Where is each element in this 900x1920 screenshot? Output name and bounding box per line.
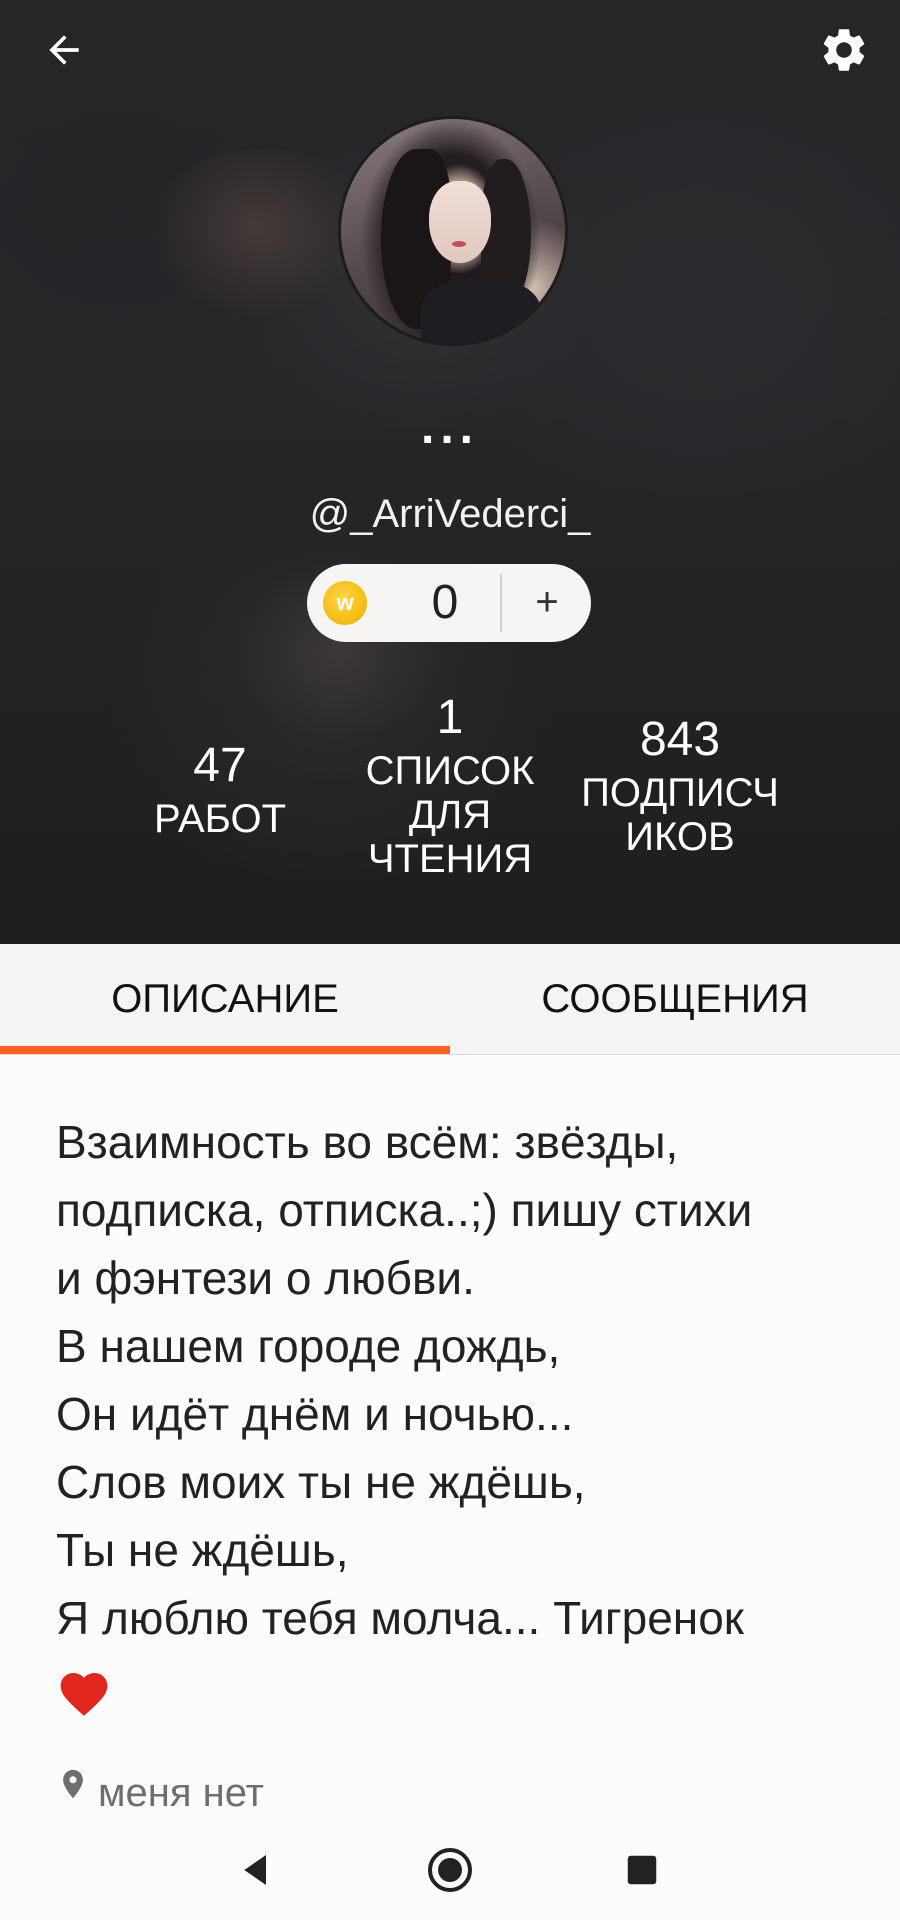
reading-lists-count: 1 xyxy=(436,691,464,744)
avatar-detail xyxy=(452,241,466,247)
stat-followers[interactable]: 843 ПОДПИСЧ ИКОВ xyxy=(560,712,800,859)
followers-count: 843 xyxy=(639,713,721,766)
stat-reading-lists[interactable]: 1 СПИСОК ДЛЯ ЧТЕНИЯ xyxy=(340,690,560,881)
red-heart-icon xyxy=(60,1673,108,1716)
coin-icon-letter: w xyxy=(336,590,354,615)
reading-lists-label-line: СПИСОК xyxy=(365,749,535,793)
avatar-detail xyxy=(429,181,491,263)
profile-description: Взаимность во всём: звёзды, подписка, от… xyxy=(56,1116,753,1644)
wattpad-coin-icon: w xyxy=(323,581,367,625)
avatar-detail xyxy=(421,279,541,343)
nav-back-button[interactable] xyxy=(228,1842,284,1898)
coin-balance[interactable]: w 0 + xyxy=(307,564,591,642)
tab-about[interactable]: ОПИСАНИЕ xyxy=(0,944,450,1054)
works-count: 47 xyxy=(193,739,247,792)
username: @_ArriVederci_ xyxy=(309,492,591,536)
display-name: ... xyxy=(420,401,479,454)
gear-icon xyxy=(823,29,865,71)
nav-recents-square-icon xyxy=(627,1855,657,1885)
followers-label-line: ИКОВ xyxy=(625,815,735,859)
reading-lists-label-line: ДЛЯ xyxy=(408,793,492,837)
profile-tabs: ОПИСАНИЕ СООБЩЕНИЯ xyxy=(0,944,900,1055)
add-coins-button[interactable]: + xyxy=(503,564,591,642)
stat-works[interactable]: 47 РАБОТ xyxy=(120,738,320,841)
works-label: РАБОТ xyxy=(153,797,287,841)
reading-lists-label-line: ЧТЕНИЯ xyxy=(367,837,533,881)
arrow-left-icon xyxy=(49,35,79,65)
settings-button[interactable] xyxy=(812,18,876,82)
coin-value: 0 xyxy=(431,576,459,629)
followers-label-line: ПОДПИСЧ xyxy=(581,771,779,815)
nav-home-circle-icon xyxy=(428,1848,472,1892)
nav-home-button[interactable] xyxy=(422,1842,478,1898)
location-pin-icon xyxy=(63,1769,83,1799)
tab-messages[interactable]: СООБЩЕНИЯ xyxy=(450,944,900,1054)
profile-cover: ... @_ArriVederci_ w 0 + 47 РАБОТ 1 СПИС… xyxy=(0,0,900,944)
avatar[interactable] xyxy=(338,116,568,346)
nav-recents-button[interactable] xyxy=(614,1842,670,1898)
coin-divider xyxy=(500,574,502,632)
location-text: меня нет xyxy=(98,1770,264,1815)
location: меня нет xyxy=(56,1754,264,1815)
nav-back-triangle-icon xyxy=(244,1855,266,1885)
system-navigation-bar xyxy=(0,1820,900,1920)
profile-screen: ... @_ArriVederci_ w 0 + 47 РАБОТ 1 СПИС… xyxy=(0,0,900,1920)
back-button[interactable] xyxy=(32,18,96,82)
